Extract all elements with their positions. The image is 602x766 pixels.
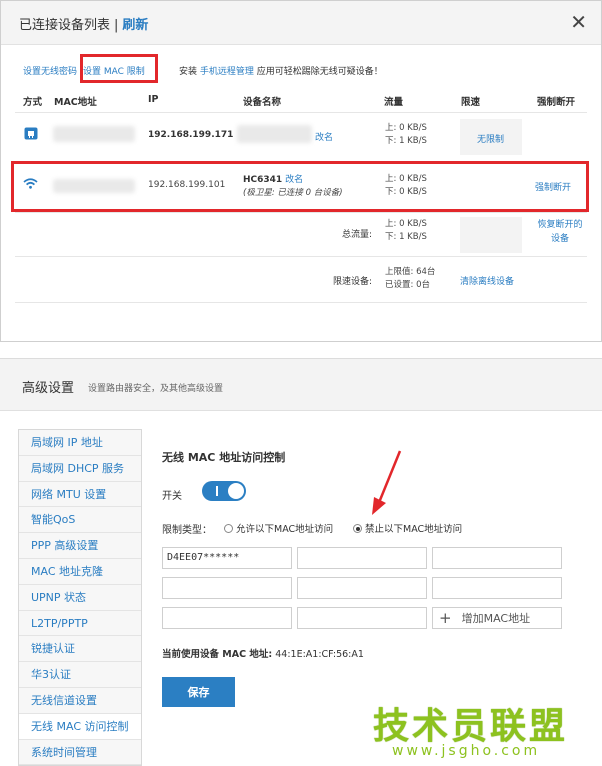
- limit-devices-count: 上限值: 64台 已设置: 0台: [385, 266, 435, 292]
- sidebar-item-channel[interactable]: 无线信道设置: [19, 687, 141, 714]
- switch-label: 开关: [162, 491, 182, 502]
- option-allow-label: 允许以下MAC地址访问: [236, 524, 334, 535]
- advanced-title: 高级设置: [22, 381, 75, 396]
- no-limit-link[interactable]: 无限制: [477, 132, 504, 145]
- highlight-box-device: [11, 161, 589, 212]
- sidebar-item-mtu[interactable]: 网络 MTU 设置: [19, 481, 141, 508]
- radio-deny[interactable]: [353, 524, 362, 533]
- advanced-header: 高级设置 设置路由器安全，及其他高级设置: [0, 359, 602, 411]
- refresh-link[interactable]: 刷新: [122, 18, 148, 33]
- total-row: 总流量: 上: 0 KB/S 下: 1 KB/S 恢复断开的设备: [15, 212, 587, 256]
- col-mac: MAC地址: [54, 97, 97, 108]
- dialog-title: 已连接设备列表 | 刷新: [19, 14, 148, 33]
- total-traffic-label: 总流量:: [342, 230, 373, 240]
- limit-max: 上限值: 64台: [385, 267, 436, 277]
- close-icon[interactable]: ✕: [570, 10, 587, 34]
- sidebar-item-l2tp[interactable]: L2TP/PPTP: [19, 610, 141, 637]
- save-button[interactable]: 保存: [162, 677, 235, 707]
- red-arrow-annotation: [372, 450, 402, 515]
- table-row: 192.168.199.171 改名 上: 0 KB/S 下: 1 KB/S 无…: [15, 112, 587, 161]
- title-separator: |: [114, 18, 119, 33]
- sidebar-item-upnp[interactable]: UPNP 状态: [19, 584, 141, 611]
- current-mac-label: 当前使用设备 MAC 地址:: [162, 649, 273, 660]
- mac-input[interactable]: [297, 547, 427, 569]
- sidebar-item-wireless-mac[interactable]: 无线 MAC 访问控制: [19, 713, 141, 740]
- mobile-remote-link[interactable]: 手机远程管理: [200, 67, 254, 77]
- advanced-settings-panel: 高级设置 设置路由器安全，及其他高级设置 局域网 IP 地址 局域网 DHCP …: [0, 358, 602, 766]
- mac-input[interactable]: [432, 577, 562, 599]
- device-ip: 192.168.199.171: [148, 130, 234, 140]
- sidebar-item-dhcp[interactable]: 局域网 DHCP 服务: [19, 455, 141, 482]
- mac-input[interactable]: [297, 577, 427, 599]
- sidebar-item-h3c[interactable]: 华3认证: [19, 662, 141, 688]
- watermark-url: www.jsgho.com: [392, 743, 541, 759]
- col-traffic: 流量: [384, 97, 404, 108]
- mac-control-toggle[interactable]: [202, 481, 246, 501]
- add-mac-button[interactable]: + 增加MAC地址: [432, 607, 562, 629]
- connected-devices-dialog: 已连接设备列表 | 刷新 ✕ 设置无线密码 设置 MAC 限制 安装 手机远程管理 …: [0, 0, 602, 342]
- sidebar-item-qos[interactable]: 智能QoS: [19, 507, 141, 534]
- sidebar-item-mac-clone[interactable]: MAC 地址克隆: [19, 558, 141, 585]
- sidebar-item-ruijie[interactable]: 锐捷认证: [19, 636, 141, 663]
- mac-input[interactable]: [162, 577, 292, 599]
- col-force-disconnect: 强制断开: [537, 97, 576, 108]
- mac-input[interactable]: [432, 547, 562, 569]
- radio-allow[interactable]: [224, 524, 233, 533]
- download-rate: 下: 1 KB/S: [385, 136, 427, 146]
- dialog-title-text: 已连接设备列表: [19, 18, 111, 33]
- advanced-subtitle: 设置路由器安全，及其他高级设置: [88, 384, 224, 394]
- clear-offline-link[interactable]: 清除离线设备: [460, 274, 514, 287]
- upload-rate: 上: 0 KB/S: [385, 123, 427, 133]
- restrict-type-label: 限制类型：: [162, 525, 212, 536]
- total-download: 下: 1 KB/S: [385, 232, 427, 242]
- rename-link[interactable]: 改名: [315, 130, 333, 143]
- speed-limit-box: [460, 217, 522, 253]
- app-tip: 安装 手机远程管理 应用可轻松踢除无线可疑设备！: [179, 64, 383, 77]
- toggle-knob: [228, 483, 244, 499]
- mac-input[interactable]: [297, 607, 427, 629]
- set-wifi-password-link[interactable]: 设置无线密码: [23, 64, 77, 77]
- plus-icon: +: [439, 609, 452, 627]
- table-bottom-divider: [15, 302, 587, 303]
- limit-devices-row: 限速设备: 上限值: 64台 已设置: 0台 清除离线设备: [15, 256, 587, 302]
- dialog-header: 已连接设备列表 | 刷新 ✕: [1, 1, 601, 45]
- mac-input[interactable]: D4EE07******: [162, 547, 292, 569]
- col-device-name: 设备名称: [243, 97, 282, 108]
- traffic: 上: 0 KB/S 下: 1 KB/S: [385, 122, 427, 148]
- device-name-redacted: [237, 125, 312, 143]
- sidebar-item-system-time[interactable]: 系统时间管理: [19, 739, 141, 766]
- add-mac-label: 增加MAC地址: [461, 612, 531, 625]
- current-mac: 当前使用设备 MAC 地址: 44:1E:A1:CF:56:A1: [162, 646, 364, 660]
- section-title: 无线 MAC 地址访问控制: [162, 451, 286, 464]
- tip-prefix: 安装: [179, 67, 198, 77]
- mac-input[interactable]: [162, 607, 292, 629]
- col-ip: IP: [148, 94, 159, 105]
- option-deny-label: 禁止以下MAC地址访问: [365, 524, 463, 535]
- total-traffic: 上: 0 KB/S 下: 1 KB/S: [385, 218, 427, 244]
- option-allow[interactable]: 允许以下MAC地址访问: [224, 521, 333, 535]
- watermark-logo: 技术员联盟: [373, 706, 569, 747]
- highlight-box-mac-limit: [80, 54, 158, 83]
- sidebar-item-ppp[interactable]: PPP 高级设置: [19, 533, 141, 559]
- sidebar-item-lan-ip[interactable]: 局域网 IP 地址: [19, 430, 141, 456]
- col-method: 方式: [23, 97, 43, 108]
- col-speed-limit: 限速: [461, 97, 481, 108]
- total-upload: 上: 0 KB/S: [385, 219, 427, 229]
- restore-devices-link[interactable]: 恢复断开的设备: [535, 218, 585, 246]
- advanced-sidebar: 局域网 IP 地址 局域网 DHCP 服务 网络 MTU 设置 智能QoS PP…: [18, 429, 142, 766]
- lan-icon: [24, 127, 38, 140]
- toggle-on-mark: [216, 486, 218, 496]
- limit-devices-label: 限速设备:: [333, 277, 373, 287]
- current-mac-value: 44:1E:A1:CF:56:A1: [275, 649, 364, 660]
- mac-address-redacted: [53, 126, 135, 142]
- tip-suffix: 应用可轻松踢除无线可疑设备！: [256, 67, 383, 77]
- limit-set: 已设置: 0台: [385, 280, 430, 290]
